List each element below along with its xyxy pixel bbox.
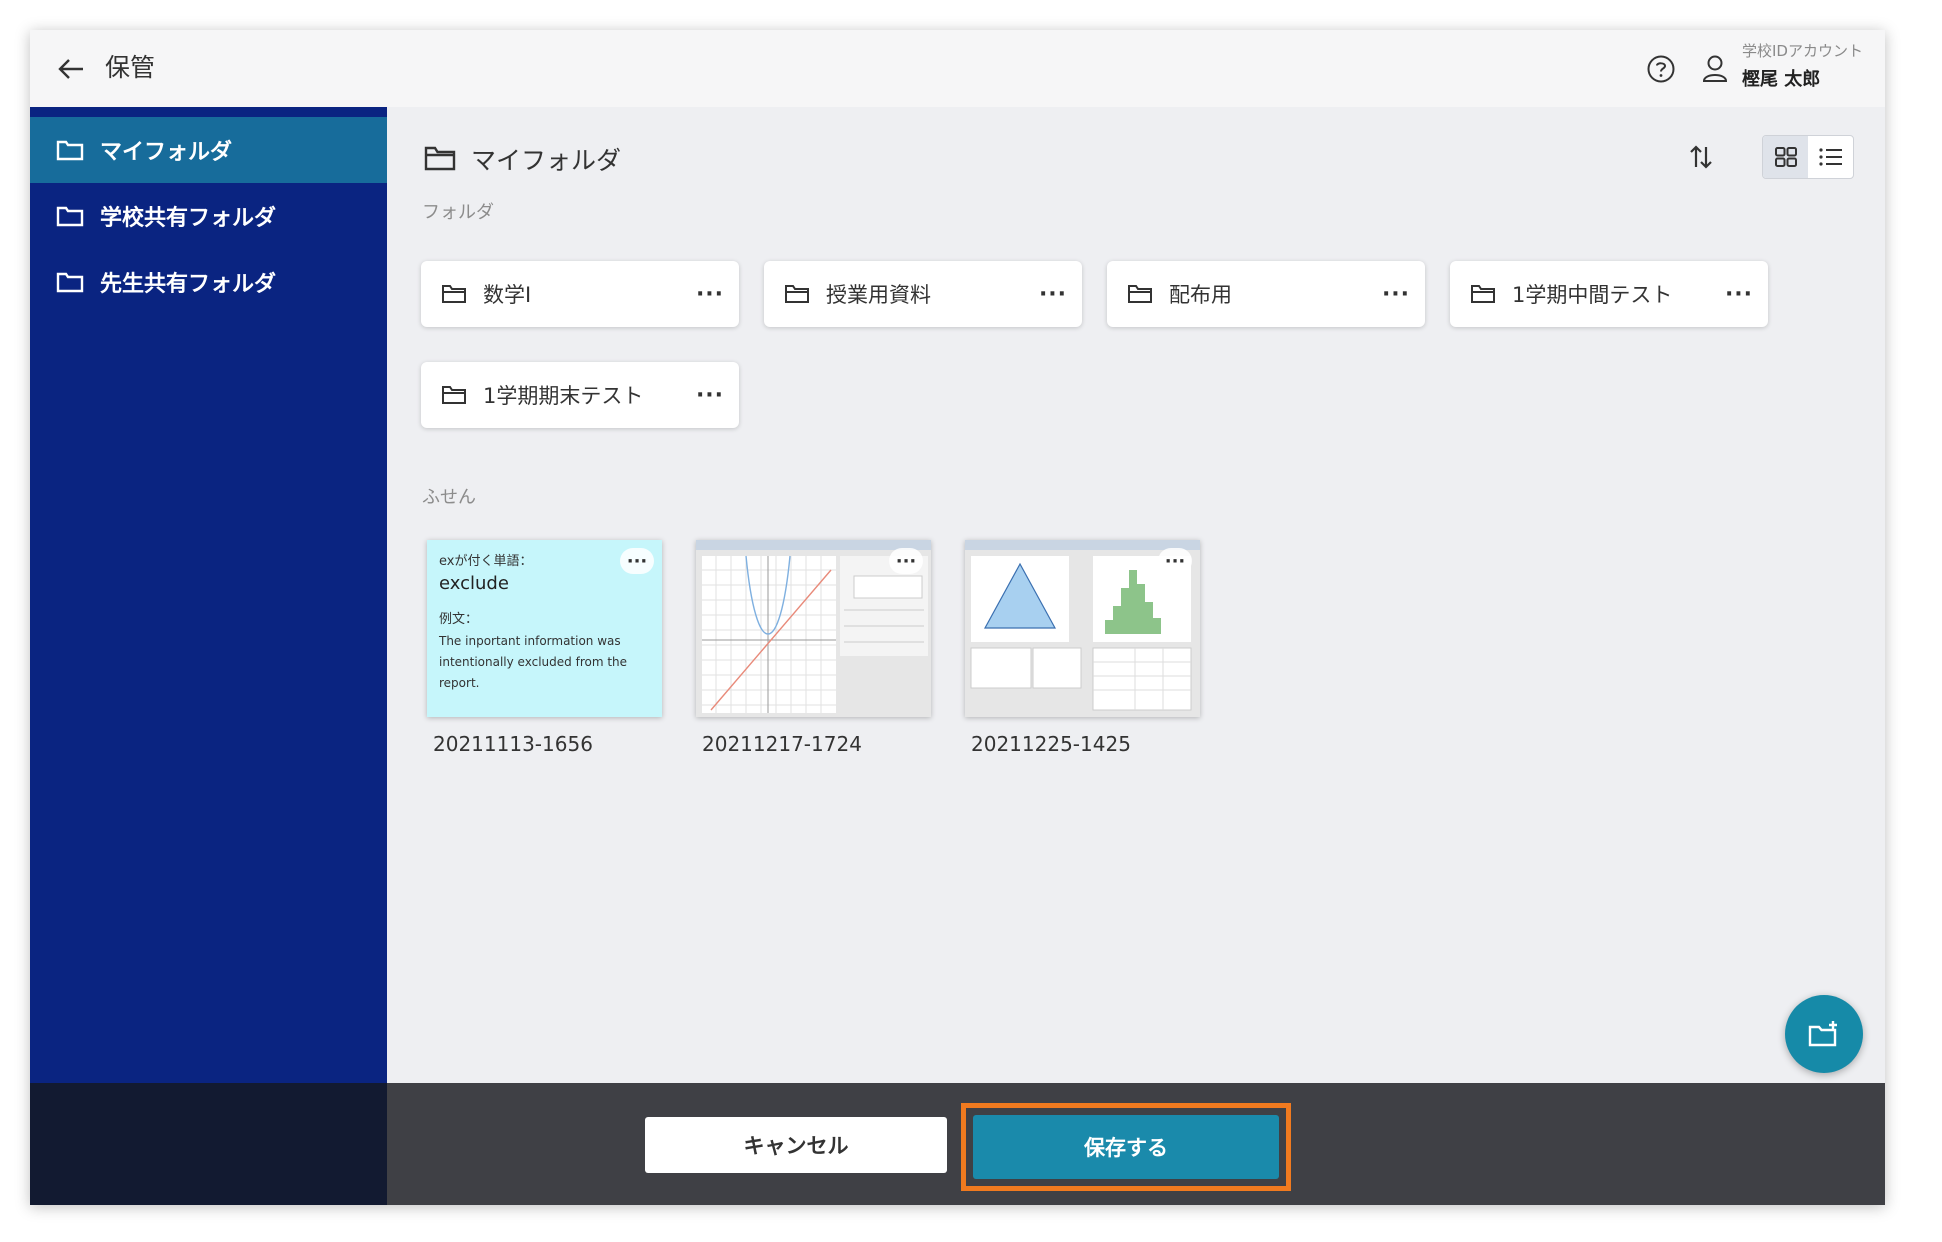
new-folder-button[interactable] — [1785, 995, 1863, 1073]
more-icon[interactable]: ··· — [889, 548, 923, 574]
folder-icon — [441, 384, 469, 406]
user-name: 樫尾 太郎 — [1742, 69, 1821, 90]
folder-icon — [1127, 283, 1155, 305]
more-icon[interactable]: ··· — [1158, 548, 1192, 574]
page-title: 保管 — [105, 53, 156, 82]
folder-icon — [56, 270, 86, 294]
note-text: 例文： — [439, 612, 479, 627]
footer-left-panel — [30, 1083, 387, 1205]
folder-name: 1学期期末テスト — [483, 384, 644, 408]
folder-name: 数学Ⅰ — [483, 283, 532, 307]
more-icon[interactable]: ··· — [1038, 279, 1068, 309]
folder-icon — [56, 204, 86, 228]
save-button[interactable]: 保存する — [973, 1115, 1279, 1179]
footer-bar: キャンセル 保存する — [387, 1083, 1885, 1205]
folder-icon — [424, 145, 456, 175]
more-icon[interactable]: ··· — [695, 279, 725, 309]
folder-card[interactable]: 数学Ⅰ ··· — [421, 261, 739, 327]
folder-name: 1学期中間テスト — [1512, 283, 1673, 307]
folder-card[interactable]: 1学期中間テスト ··· — [1450, 261, 1768, 327]
folder-name: 配布用 — [1169, 283, 1232, 307]
note-card[interactable]: ··· — [965, 540, 1200, 717]
folder-icon — [56, 138, 86, 162]
sidebar-item-label: 先生共有フォルダ — [100, 272, 277, 297]
sort-button[interactable] — [1679, 135, 1723, 179]
help-icon — [1647, 55, 1675, 83]
sidebar-item-teacher-shared[interactable]: 先生共有フォルダ — [30, 249, 387, 315]
more-icon[interactable]: ··· — [620, 548, 654, 574]
note-date: 20211225-1425 — [971, 732, 1131, 756]
more-icon[interactable]: ··· — [1724, 279, 1754, 309]
sidebar-item-school-shared[interactable]: 学校共有フォルダ — [30, 183, 387, 249]
more-icon[interactable]: ··· — [695, 380, 725, 410]
folder-icon — [1470, 283, 1498, 305]
main-content: マイフォルダ フォルダ 数学Ⅰ ··· 授業用資料 ··· 配布用 ··· 1学… — [387, 107, 1885, 1083]
folder-icon — [441, 283, 469, 305]
account-type-label: 学校IDアカウント — [1742, 42, 1863, 60]
view-toggle — [1762, 135, 1854, 179]
folder-name: 授業用資料 — [826, 283, 931, 307]
sidebar-item-label: マイフォルダ — [100, 140, 233, 165]
note-text: exが付く単語： — [439, 554, 533, 569]
grid-icon — [1774, 147, 1797, 167]
folder-plus-icon — [1808, 1021, 1837, 1047]
folder-card[interactable]: 授業用資料 ··· — [764, 261, 1082, 327]
note-date: 20211113-1656 — [433, 732, 593, 756]
sidebar-item-my-folder[interactable]: マイフォルダ — [30, 117, 387, 183]
app-window: 保管 学校IDアカウント 樫尾 太郎 マイフォルダ 学校共有フォルダ 先生共有フ… — [30, 30, 1885, 1205]
folder-title: マイフォルダ — [471, 146, 622, 175]
folder-card[interactable]: 1学期期末テスト ··· — [421, 362, 739, 428]
help-button[interactable] — [1640, 48, 1682, 90]
grid-view-button[interactable] — [1763, 136, 1808, 178]
user-icon — [1695, 48, 1735, 90]
sort-icon — [1690, 145, 1712, 169]
folders-section-label: フォルダ — [422, 202, 494, 223]
folder-icon — [784, 283, 812, 305]
folder-card[interactable]: 配布用 ··· — [1107, 261, 1425, 327]
arrow-left-icon — [58, 59, 83, 79]
list-view-button[interactable] — [1808, 136, 1853, 178]
note-card[interactable]: exが付く単語： exclude 例文： The inportant infor… — [427, 540, 662, 717]
notes-section-label: ふせん — [422, 487, 476, 508]
sidebar-item-label: 学校共有フォルダ — [100, 206, 277, 231]
note-card[interactable]: ··· — [696, 540, 931, 717]
header: 保管 学校IDアカウント 樫尾 太郎 — [30, 30, 1885, 107]
note-date: 20211217-1724 — [702, 732, 862, 756]
cancel-button[interactable]: キャンセル — [645, 1117, 947, 1173]
more-icon[interactable]: ··· — [1381, 279, 1411, 309]
back-button[interactable] — [50, 48, 92, 90]
note-text: exclude — [439, 573, 509, 594]
list-icon — [1818, 148, 1842, 166]
sidebar: マイフォルダ 学校共有フォルダ 先生共有フォルダ — [30, 107, 387, 1083]
note-text: The inportant information was intentiona… — [439, 634, 628, 690]
